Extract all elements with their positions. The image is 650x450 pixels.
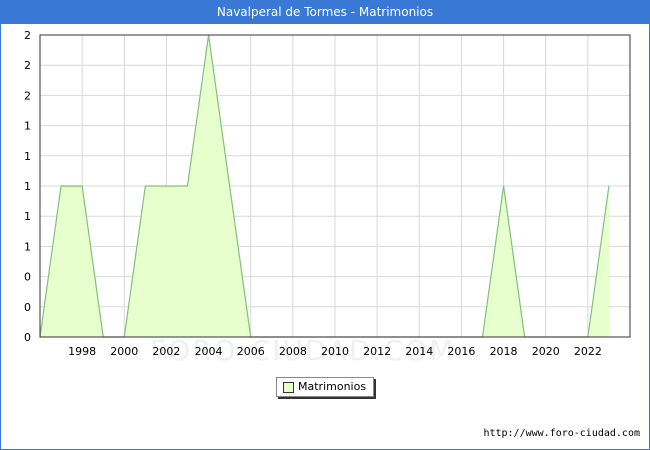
legend: Matrimonios (276, 377, 374, 397)
y-tick-label: 2 (24, 59, 31, 72)
x-tick-label: 2000 (110, 345, 138, 358)
x-tick-label: 2020 (532, 345, 560, 358)
y-tick-label: 0 (24, 301, 31, 314)
y-tick-label: 1 (24, 150, 31, 163)
y-tick-label: 0 (24, 331, 31, 344)
y-tick-label: 0 (24, 271, 31, 284)
y-tick-label: 1 (24, 210, 31, 223)
y-tick-label: 1 (24, 240, 31, 253)
watermark: FORO-CIUDAD.COM (150, 334, 456, 367)
source-url: http://www.foro-ciudad.com (483, 428, 640, 439)
legend-label: Matrimonios (298, 380, 367, 393)
y-tick-label: 1 (24, 180, 31, 193)
x-tick-label: 2018 (490, 345, 518, 358)
x-tick-label: 2022 (574, 345, 602, 358)
y-tick-label: 2 (24, 89, 31, 102)
legend-swatch (283, 382, 294, 393)
y-tick-label: 2 (24, 29, 31, 42)
x-tick-label: 1998 (68, 345, 96, 358)
y-tick-label: 1 (24, 120, 31, 133)
